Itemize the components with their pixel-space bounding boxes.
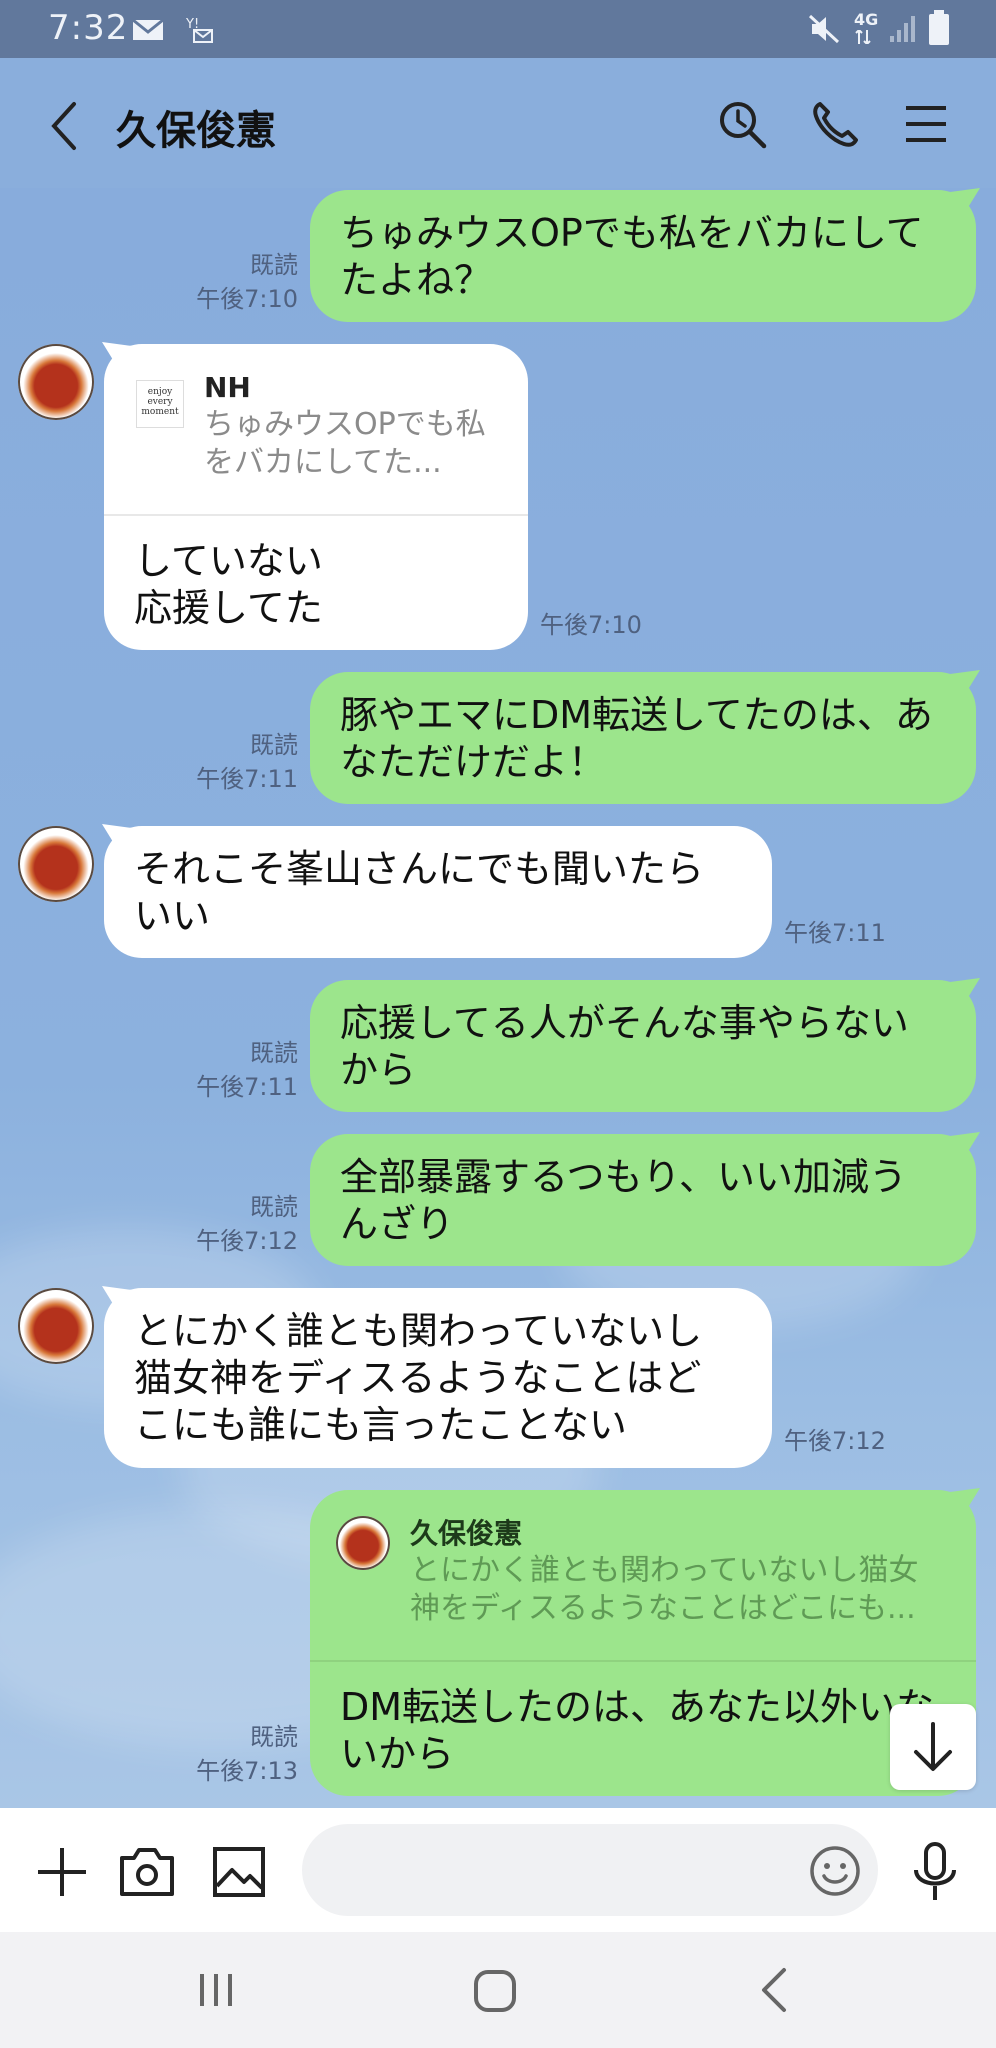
message-text: していない 応援してた [134,539,323,630]
message-meta: 既読 午後7:11 [170,1036,298,1104]
plus-icon[interactable] [36,1846,88,1898]
message-text: 豚やエマにDM転送してたのは、あ なただけだよ！ [340,693,933,784]
home-icon[interactable] [472,1968,518,2014]
mute-icon [808,14,840,44]
reply-preview[interactable]: enjoy every moment NH ちゅみウスOPでも私 をバカにしてた..… [104,344,528,516]
battery-icon [929,10,949,45]
message-text: 応援してる人がそんな事やらない から [340,1001,909,1092]
network-label: 4G [854,10,879,29]
status-time: 7:32 [48,8,129,48]
scroll-to-bottom-button[interactable] [890,1704,976,1790]
outgoing-message[interactable]: 全部暴露するつもり、いい加減う んざり [310,1134,976,1266]
reply-preview[interactable]: 久保俊憲 とにかく誰とも関わっていないし猫女 神をディスるようなことはどこにも.… [310,1490,976,1662]
reply-name: NH [204,371,251,404]
outgoing-message[interactable]: ちゅみウスOPでも私をバカにして たよね？ [310,190,976,322]
avatar[interactable] [18,344,94,420]
message-text: とにかく誰とも関わっていないし 猫女神をディスるようなことはど こにも誰にも言っ… [134,1309,703,1447]
data-arrows-icon [855,30,871,44]
bubble-tail [950,188,980,214]
read-receipt: 既読 [250,1039,298,1067]
message-time: 午後7:12 [784,1427,886,1455]
recent-apps-icon[interactable] [196,1970,236,2010]
bubble-tail [950,1132,980,1158]
menu-icon[interactable] [904,104,948,144]
microphone-icon[interactable] [910,1842,960,1902]
message-meta: 午後7:10 [540,608,680,642]
read-receipt: 既読 [250,251,298,279]
back-arrow-icon[interactable] [46,100,82,152]
input-bar [0,1808,996,1932]
message-text: それこそ峯山さんにでも聞いたら いい [134,847,705,938]
mail-icon [132,18,164,40]
phone-icon[interactable] [810,100,860,150]
signal-icon [890,16,915,42]
outgoing-message[interactable]: 久保俊憲 とにかく誰とも関わっていないし猫女 神をディスるようなことはどこにも.… [310,1490,976,1796]
message-time: 午後7:11 [196,765,298,793]
voicemail-icon: Y! [185,17,213,43]
back-nav-icon[interactable] [758,1966,790,2014]
status-bar: 7:32 Y! 4G [0,0,996,58]
chat-title: 久保俊憲 [116,108,276,154]
message-meta: 午後7:12 [784,1424,924,1458]
arrow-down-icon [914,1722,952,1771]
reply-name: 久保俊憲 [410,1517,523,1550]
message-time: 午後7:11 [196,1073,298,1101]
message-meta: 既読 午後7:12 [170,1190,298,1258]
message-meta: 既読 午後7:13 [170,1720,298,1788]
message-time: 午後7:10 [540,611,642,639]
bubble-tail [950,670,980,696]
read-receipt: 既読 [250,1193,298,1221]
outgoing-message[interactable]: 応援してる人がそんな事やらない から [310,980,976,1112]
camera-icon[interactable] [118,1844,176,1898]
message-text: 全部暴露するつもり、いい加減う んざり [340,1155,907,1246]
message-text: ちゅみウスOPでも私をバカにして たよね？ [340,211,924,302]
reply-text: ちゅみウスOPでも私 をバカにしてた... [204,407,486,480]
system-nav-bar [0,1932,996,2048]
image-icon[interactable] [212,1846,266,1898]
chat-header: 久保俊憲 [0,58,996,188]
incoming-message[interactable]: とにかく誰とも関わっていないし 猫女神をディスるようなことはど こにも誰にも言っ… [104,1288,772,1468]
read-receipt: 既読 [250,1723,298,1751]
reply-text: とにかく誰とも関わっていないし猫女 神をディスるようなことはどこにも... [410,1553,919,1626]
outgoing-message[interactable]: 豚やエマにDM転送してたのは、あ なただけだよ！ [310,672,976,804]
message-meta: 既読 午後7:10 [170,248,298,316]
bubble-tail [950,978,980,1004]
message-meta: 既読 午後7:11 [170,728,298,796]
bubble-tail [950,1488,980,1514]
message-time: 午後7:13 [196,1757,298,1785]
avatar[interactable] [18,826,94,902]
emoji-icon[interactable] [808,1844,862,1898]
reply-avatar [336,1516,390,1570]
incoming-message[interactable]: enjoy every moment NH ちゅみウスOPでも私 をバカにしてた..… [104,344,528,650]
read-receipt: 既読 [250,731,298,759]
message-meta: 午後7:11 [784,916,924,950]
message-input[interactable] [302,1824,878,1916]
search-icon[interactable] [718,100,768,150]
message-time: 午後7:12 [196,1227,298,1255]
message-time: 午後7:10 [196,285,298,313]
message-time: 午後7:11 [784,919,886,947]
message-text: DM転送したのは、あなた以外いな いから [340,1685,935,1776]
avatar[interactable] [18,1288,94,1364]
incoming-message[interactable]: それこそ峯山さんにでも聞いたら いい [104,826,772,958]
reply-thumbnail: enjoy every moment [136,380,184,428]
